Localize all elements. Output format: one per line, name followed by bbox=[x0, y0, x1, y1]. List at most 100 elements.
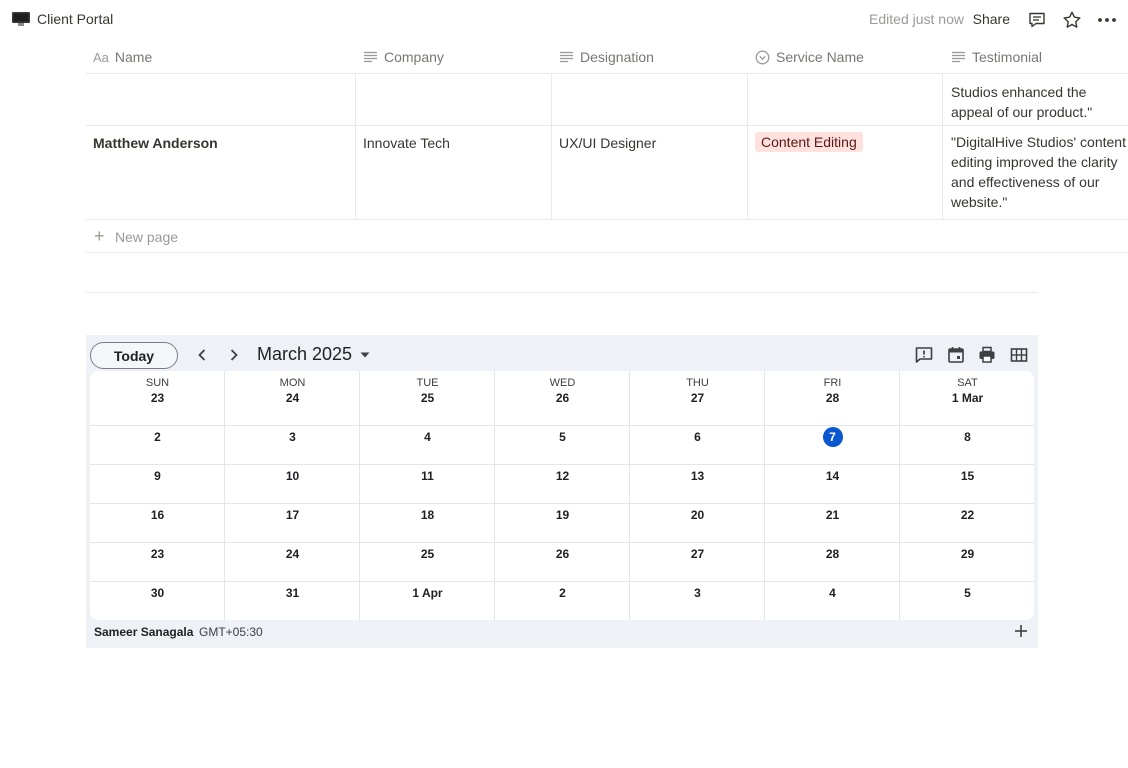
day-cell[interactable]: 23 bbox=[90, 391, 225, 405]
plus-icon: + bbox=[94, 226, 105, 246]
edited-status: Edited just now bbox=[869, 11, 964, 27]
day-cell[interactable]: 18 bbox=[360, 508, 495, 522]
day-cell[interactable]: 4 bbox=[360, 430, 495, 444]
grid-line bbox=[764, 371, 765, 620]
day-cell[interactable]: 1 Apr bbox=[360, 586, 495, 600]
testimonial-cell[interactable]: Studios enhanced the appeal of our produ… bbox=[951, 82, 1128, 122]
day-cell[interactable]: 27 bbox=[630, 547, 765, 561]
day-cell[interactable]: 3 bbox=[630, 586, 765, 600]
share-button[interactable]: Share bbox=[973, 11, 1010, 27]
grid-line bbox=[494, 371, 495, 620]
day-cell[interactable]: 10 bbox=[225, 469, 360, 483]
calendar-icon[interactable] bbox=[946, 345, 966, 365]
table-row[interactable]: Matthew Anderson Innovate Tech UX/UI Des… bbox=[86, 126, 1128, 220]
day-cell[interactable]: 30 bbox=[90, 586, 225, 600]
month-grid: SUN MON TUE WED THU FRI SAT 23 24 25 26 … bbox=[90, 371, 1034, 620]
designation-cell[interactable]: UX/UI Designer bbox=[559, 133, 656, 153]
day-cell[interactable]: 3 bbox=[225, 430, 360, 444]
column-header-designation[interactable]: Designation bbox=[559, 40, 654, 74]
new-page-label: New page bbox=[115, 229, 179, 245]
weekday-label: WED bbox=[549, 377, 576, 389]
day-cell[interactable]: 24 bbox=[225, 391, 360, 405]
day-cell[interactable]: 24 bbox=[225, 547, 360, 561]
more-icon[interactable] bbox=[1097, 10, 1117, 30]
day-cell[interactable]: 29 bbox=[900, 547, 1034, 561]
weekday-label: TUE bbox=[416, 377, 439, 389]
weekday-label: SUN bbox=[145, 377, 170, 389]
chevron-right-icon[interactable] bbox=[224, 345, 244, 365]
column-header-name[interactable]: Aa Name bbox=[93, 40, 152, 74]
column-header-testimonial[interactable]: Testimonial bbox=[951, 40, 1042, 74]
day-cell[interactable]: 28 bbox=[765, 391, 900, 405]
day-cell[interactable]: 31 bbox=[225, 586, 360, 600]
text-title-icon: Aa bbox=[93, 49, 109, 65]
select-icon bbox=[755, 50, 770, 64]
text-lines-icon bbox=[952, 51, 965, 63]
day-cell[interactable]: 5 bbox=[900, 586, 1034, 600]
day-cell[interactable]: 25 bbox=[360, 391, 495, 405]
day-cell[interactable]: 4 bbox=[765, 586, 900, 600]
weekday-label: MON bbox=[279, 377, 306, 389]
day-cell[interactable]: 5 bbox=[495, 430, 630, 444]
column-header-company[interactable]: Company bbox=[363, 40, 444, 74]
day-cell-today[interactable]: 7 bbox=[765, 427, 900, 447]
add-calendar-icon[interactable] bbox=[1014, 624, 1028, 638]
weekday-label: FRI bbox=[823, 377, 842, 389]
day-cell[interactable]: 28 bbox=[765, 547, 900, 561]
day-cell[interactable]: 26 bbox=[495, 547, 630, 561]
day-cell[interactable]: 17 bbox=[225, 508, 360, 522]
grid-line bbox=[899, 371, 900, 620]
page-title[interactable]: Client Portal bbox=[37, 11, 113, 27]
day-cell[interactable]: 25 bbox=[360, 547, 495, 561]
chevron-left-icon[interactable] bbox=[192, 345, 212, 365]
text-lines-icon bbox=[364, 51, 377, 63]
day-cell[interactable]: 27 bbox=[630, 391, 765, 405]
day-cell[interactable]: 13 bbox=[630, 469, 765, 483]
computer-icon bbox=[12, 12, 30, 26]
day-cell[interactable]: 23 bbox=[90, 547, 225, 561]
day-cell[interactable]: 9 bbox=[90, 469, 225, 483]
grid-line bbox=[90, 581, 1034, 582]
service-tag: Content Editing bbox=[755, 132, 863, 152]
day-cell[interactable]: 12 bbox=[495, 469, 630, 483]
company-cell[interactable]: Innovate Tech bbox=[363, 133, 450, 153]
text-lines-icon bbox=[560, 51, 573, 63]
table-row[interactable]: Studios enhanced the appeal of our produ… bbox=[86, 74, 1128, 126]
today-button[interactable]: Today bbox=[90, 342, 178, 369]
comment-icon[interactable] bbox=[1027, 10, 1047, 30]
weekday-label: THU bbox=[686, 377, 709, 389]
day-cell[interactable]: 11 bbox=[360, 469, 495, 483]
print-icon[interactable] bbox=[977, 345, 997, 365]
star-icon[interactable] bbox=[1062, 10, 1082, 30]
day-cell[interactable]: 2 bbox=[495, 586, 630, 600]
new-page-button[interactable]: + New page bbox=[86, 220, 1128, 253]
top-bar: Client Portal Edited just now Share bbox=[0, 0, 1128, 38]
day-cell[interactable]: 6 bbox=[630, 430, 765, 444]
day-cell[interactable]: 20 bbox=[630, 508, 765, 522]
month-title[interactable]: March 2025 bbox=[257, 344, 352, 365]
grid-line bbox=[359, 371, 360, 620]
grid-view-icon[interactable] bbox=[1009, 345, 1029, 365]
grid-line bbox=[90, 464, 1034, 465]
day-cell[interactable]: 19 bbox=[495, 508, 630, 522]
day-cell[interactable]: 15 bbox=[900, 469, 1034, 483]
calendar-embed: Today March 2025 SUN MON TUE WED THU FRI… bbox=[86, 335, 1038, 648]
day-cell[interactable]: 22 bbox=[900, 508, 1034, 522]
day-cell[interactable]: 14 bbox=[765, 469, 900, 483]
grid-line bbox=[224, 371, 225, 620]
day-cell[interactable]: 2 bbox=[90, 430, 225, 444]
testimonial-cell[interactable]: "DigitalHive Studios' content editing im… bbox=[951, 132, 1128, 212]
day-cell[interactable]: 1 Mar bbox=[900, 391, 1034, 405]
feedback-icon[interactable] bbox=[914, 345, 934, 365]
day-cell[interactable]: 26 bbox=[495, 391, 630, 405]
column-header-service-name[interactable]: Service Name bbox=[755, 40, 864, 74]
name-cell[interactable]: Matthew Anderson bbox=[93, 133, 218, 153]
grid-line bbox=[90, 425, 1034, 426]
day-cell[interactable]: 8 bbox=[900, 430, 1034, 444]
day-cell[interactable]: 16 bbox=[90, 508, 225, 522]
caret-down-icon[interactable] bbox=[360, 351, 370, 359]
day-cell[interactable]: 21 bbox=[765, 508, 900, 522]
service-name-cell[interactable]: Content Editing bbox=[755, 132, 863, 152]
grid-line bbox=[90, 503, 1034, 504]
calendar-timezone: GMT+05:30 bbox=[199, 625, 263, 639]
